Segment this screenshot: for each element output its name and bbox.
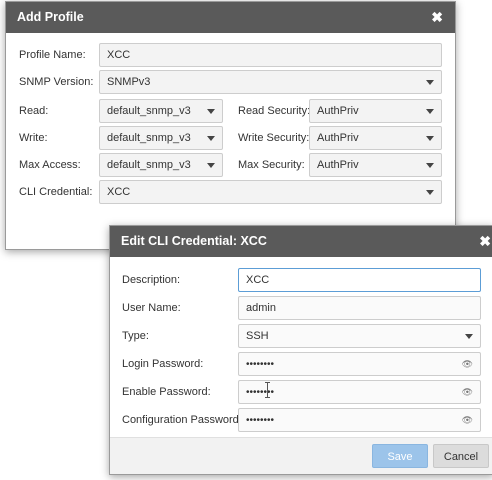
max-security-label: Max Security:: [238, 159, 305, 171]
username-input[interactable]: admin: [238, 296, 481, 320]
edit-cli-title: Edit CLI Credential: XCC: [121, 234, 267, 248]
add-profile-titlebar: Add Profile ✖: [6, 2, 455, 33]
write-value: default_snmp_v3: [107, 132, 191, 144]
read-security-value: AuthPriv: [317, 105, 359, 117]
chevron-down-icon: [207, 136, 215, 141]
chevron-down-icon: [426, 190, 434, 195]
read-security-select[interactable]: AuthPriv: [309, 99, 442, 123]
type-select[interactable]: SSH: [238, 324, 481, 348]
description-label: Description:: [122, 274, 181, 286]
cli-credential-label: CLI Credential:: [19, 186, 93, 198]
read-value: default_snmp_v3: [107, 105, 191, 117]
edit-cli-credential-dialog: Edit CLI Credential: XCC ✖ Description: …: [109, 225, 492, 475]
profile-name-input[interactable]: XCC: [99, 43, 442, 67]
login-password-label: Login Password:: [122, 358, 204, 370]
type-label: Type:: [122, 330, 149, 342]
profile-name-value: XCC: [107, 49, 131, 61]
text-cursor-icon: [265, 382, 271, 400]
profile-name-label: Profile Name:: [19, 49, 86, 61]
cli-credential-value: XCC: [107, 186, 131, 198]
write-select[interactable]: default_snmp_v3: [99, 126, 223, 150]
max-access-select[interactable]: default_snmp_v3: [99, 153, 223, 177]
chevron-down-icon: [426, 163, 434, 168]
max-security-select[interactable]: AuthPriv: [309, 153, 442, 177]
username-label: User Name:: [122, 302, 181, 314]
enable-password-label: Enable Password:: [122, 386, 211, 398]
write-security-label: Write Security:: [238, 132, 310, 144]
snmp-version-select[interactable]: SNMPv3: [99, 70, 442, 94]
description-input[interactable]: XCC: [238, 268, 481, 292]
snmp-version-value: SNMPv3: [107, 76, 151, 88]
add-profile-dialog: Add Profile ✖ Profile Name: XCC SNMP Ver…: [5, 1, 456, 250]
add-profile-title: Add Profile: [17, 10, 84, 24]
edit-cli-titlebar: Edit CLI Credential: XCC ✖: [110, 226, 492, 257]
max-access-value: default_snmp_v3: [107, 159, 191, 171]
eye-icon[interactable]: 👁: [462, 381, 473, 403]
close-icon[interactable]: ✖: [479, 226, 491, 257]
enable-password-input[interactable]: •••••••• 👁: [238, 380, 481, 404]
username-value: admin: [246, 302, 276, 314]
save-button[interactable]: Save: [372, 444, 428, 468]
eye-icon[interactable]: 👁: [462, 409, 473, 431]
read-security-label: Read Security:: [238, 105, 311, 117]
config-password-input[interactable]: •••••••• 👁: [238, 408, 481, 432]
write-security-select[interactable]: AuthPriv: [309, 126, 442, 150]
config-password-label: Configuration Password:: [122, 414, 242, 426]
eye-icon[interactable]: 👁: [462, 353, 473, 375]
chevron-down-icon: [426, 136, 434, 141]
read-select[interactable]: default_snmp_v3: [99, 99, 223, 123]
cli-credential-select[interactable]: XCC: [99, 180, 442, 204]
chevron-down-icon: [207, 109, 215, 114]
read-label: Read:: [19, 105, 49, 117]
max-access-label: Max Access:: [19, 159, 81, 171]
chevron-down-icon: [207, 163, 215, 168]
config-password-value: ••••••••: [246, 415, 275, 426]
login-password-value: ••••••••: [246, 359, 275, 370]
cancel-button[interactable]: Cancel: [433, 444, 489, 468]
dialog-footer: Save Cancel: [110, 437, 492, 474]
chevron-down-icon: [465, 334, 473, 339]
type-value: SSH: [246, 330, 269, 342]
write-security-value: AuthPriv: [317, 132, 359, 144]
snmp-version-label: SNMP Version:: [19, 76, 94, 88]
login-password-input[interactable]: •••••••• 👁: [238, 352, 481, 376]
close-icon[interactable]: ✖: [431, 2, 443, 33]
chevron-down-icon: [426, 109, 434, 114]
chevron-down-icon: [426, 80, 434, 85]
description-value: XCC: [246, 274, 270, 286]
max-security-value: AuthPriv: [317, 159, 359, 171]
write-label: Write:: [19, 132, 48, 144]
